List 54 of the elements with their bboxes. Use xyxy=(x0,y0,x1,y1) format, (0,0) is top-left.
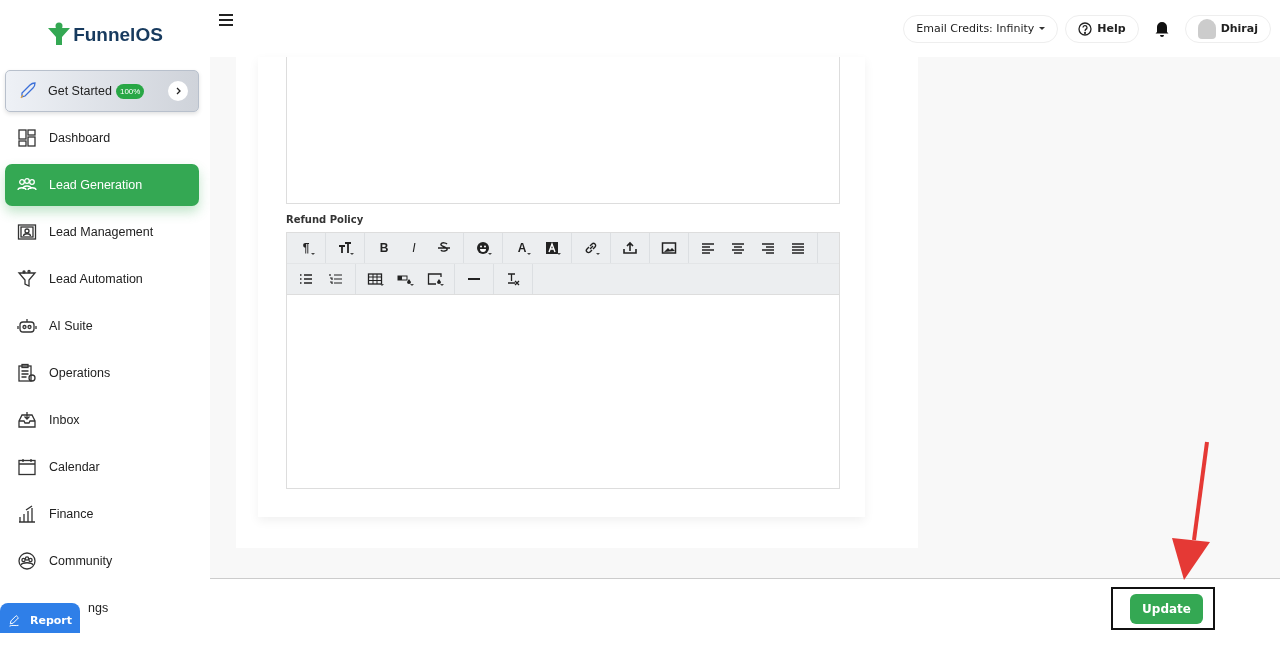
sidebar-item[interactable]: Dashboard xyxy=(5,117,199,159)
funnel-icon xyxy=(17,269,37,289)
bar-chart-icon xyxy=(17,504,37,524)
logo-text: FunnelOS xyxy=(73,24,163,46)
calendar-icon xyxy=(17,457,37,477)
format-button[interactable]: B xyxy=(369,235,399,261)
box-fill-icon xyxy=(427,271,443,287)
clipboard-icon xyxy=(17,363,37,383)
menu-icon xyxy=(218,13,234,27)
chevron-icon xyxy=(168,81,188,101)
get-started-label: Get Started xyxy=(48,84,112,98)
sidebar-item[interactable]: Community xyxy=(5,540,199,582)
format-button[interactable]: I xyxy=(399,235,429,261)
sidebar-item[interactable]: Inbox xyxy=(5,399,199,441)
funnel-logo-icon xyxy=(47,22,72,48)
help-button[interactable]: Help xyxy=(1065,14,1139,43)
sidebar-item[interactable]: AI Suite xyxy=(5,305,199,347)
sidebar-item[interactable]: ngs xyxy=(88,587,109,629)
format-button[interactable]: ¶ xyxy=(291,235,321,261)
bell-icon xyxy=(1153,20,1170,37)
get-started-button[interactable]: Get Started 100% xyxy=(5,70,199,112)
bullet-list-icon xyxy=(298,271,314,287)
text-size-icon xyxy=(337,240,353,256)
table-icon xyxy=(367,271,383,287)
align-center-icon xyxy=(730,240,746,256)
highlight-icon xyxy=(544,240,560,256)
align-left-icon xyxy=(700,240,716,256)
align-right-icon xyxy=(760,240,776,256)
contact-card-icon xyxy=(17,222,37,242)
report-button[interactable]: Report xyxy=(0,603,80,633)
inbox-icon xyxy=(17,410,37,430)
sidebar-item[interactable]: Calendar xyxy=(5,446,199,488)
number-list-icon xyxy=(328,271,344,287)
upload-icon xyxy=(622,240,638,256)
emoji-icon xyxy=(475,240,491,256)
clear-format-icon xyxy=(505,271,521,287)
sidebar-item[interactable]: Lead Management xyxy=(5,211,199,253)
avatar-icon xyxy=(1197,18,1216,39)
rule-icon xyxy=(467,278,481,280)
robot-icon xyxy=(17,316,37,336)
community-icon xyxy=(17,551,37,571)
link-icon xyxy=(583,240,599,256)
user-menu[interactable]: Dhiraj xyxy=(1184,14,1271,43)
dashboard-icon xyxy=(17,128,37,148)
sidebar-item[interactable]: Finance xyxy=(5,493,199,535)
email-credits-dropdown[interactable]: Email Credits: Infinity xyxy=(903,14,1059,43)
sidebar-item[interactable]: Operations xyxy=(5,352,199,394)
image-icon xyxy=(661,240,677,256)
sidebar-item[interactable]: Lead Automation xyxy=(5,258,199,300)
progress-badge: 100% xyxy=(115,83,145,99)
help-icon xyxy=(1078,21,1093,36)
format-button[interactable]: A xyxy=(507,235,537,261)
justify-icon xyxy=(790,240,806,256)
field-label: Refund Policy xyxy=(286,214,365,225)
